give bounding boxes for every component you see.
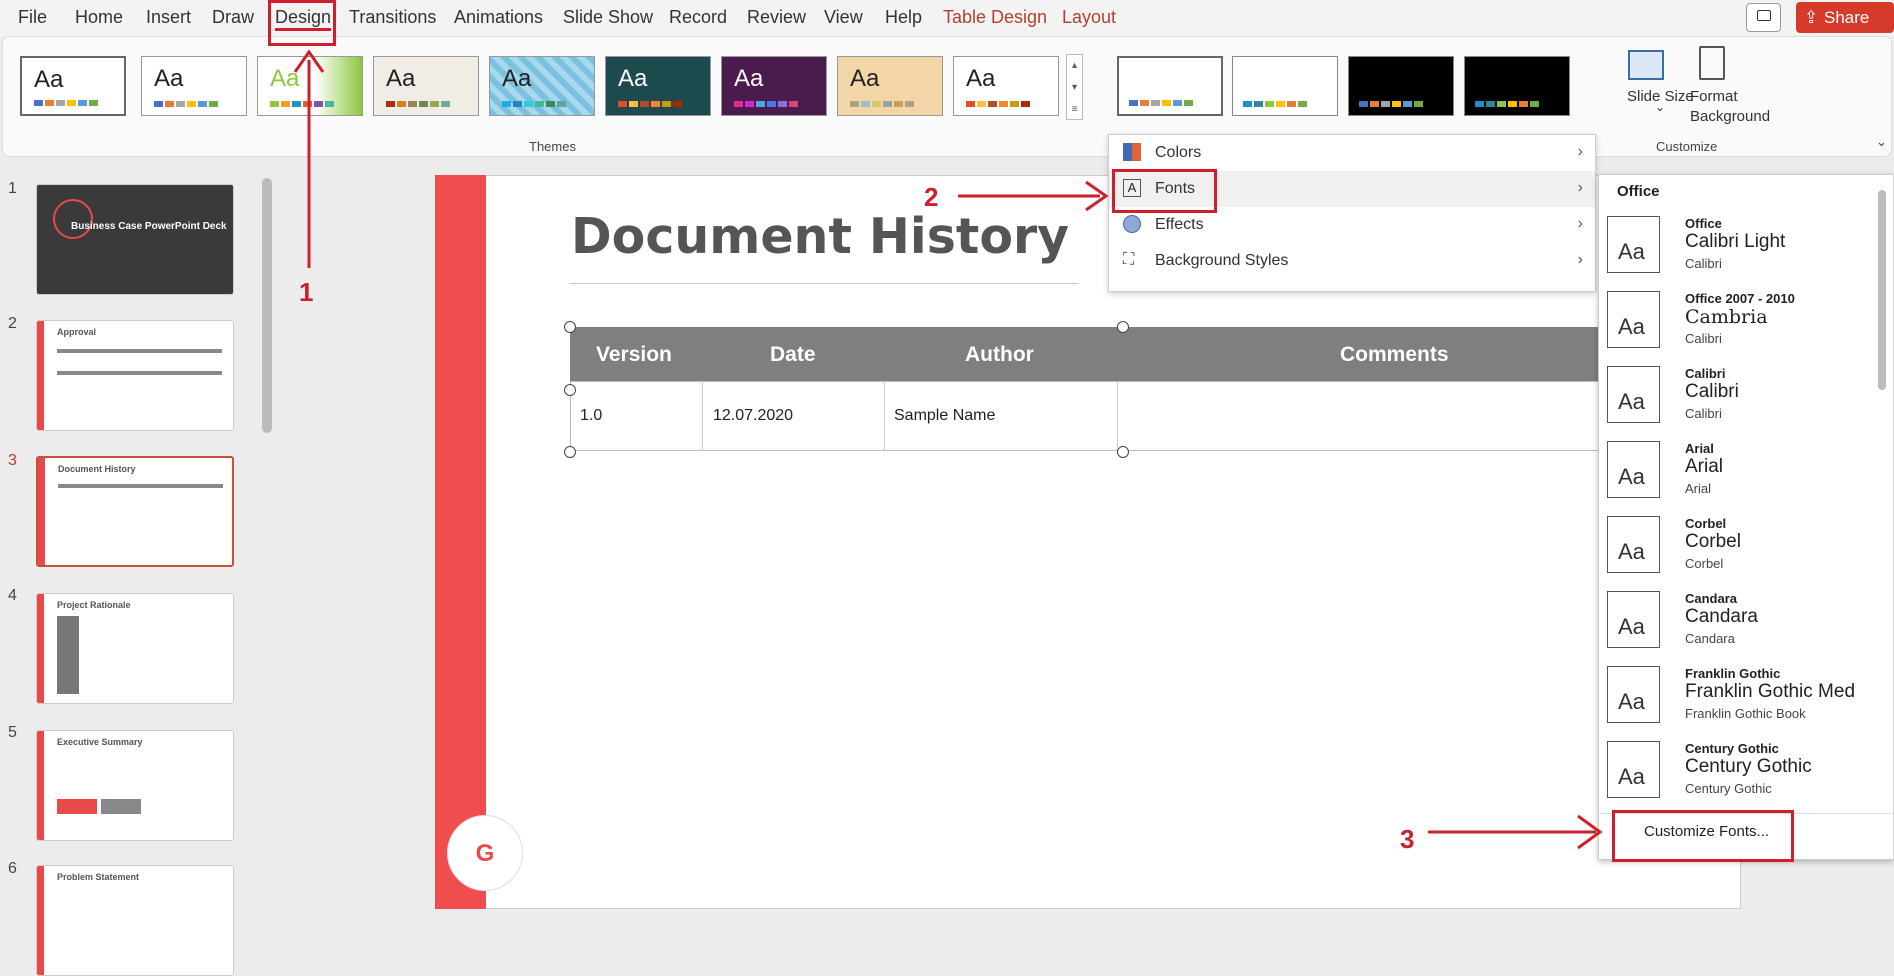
callout-1: 1 bbox=[299, 277, 314, 307]
callout-3: 3 bbox=[1400, 824, 1415, 854]
callout-2: 2 bbox=[924, 182, 939, 212]
annotation-arrows bbox=[293, 49, 1603, 850]
